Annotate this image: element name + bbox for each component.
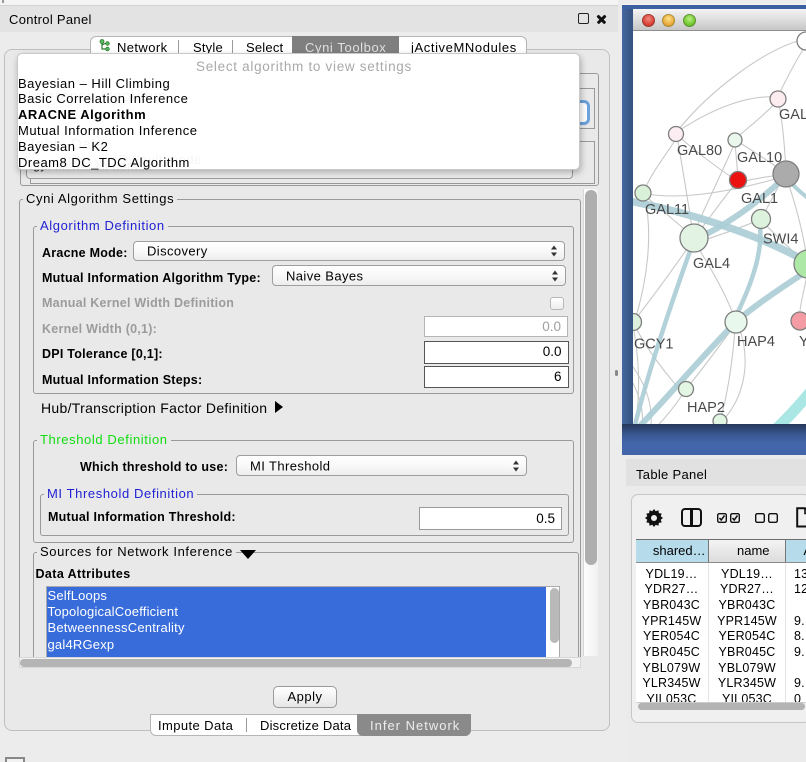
svg-text:Y: Y — [799, 334, 806, 350]
svg-text:GCY1: GCY1 — [634, 337, 674, 353]
svg-text:GAL10: GAL10 — [737, 150, 782, 166]
svg-text:HAP2: HAP2 — [687, 400, 725, 416]
svg-text:GAL1: GAL1 — [741, 191, 778, 207]
svg-text:SWI4: SWI4 — [763, 232, 798, 248]
svg-text:GAL11: GAL11 — [645, 202, 689, 218]
svg-text:GAL2: GAL2 — [779, 107, 806, 123]
svg-text:HAP4: HAP4 — [737, 334, 775, 350]
svg-text:GAL4: GAL4 — [693, 256, 730, 272]
svg-text:GAL80: GAL80 — [677, 143, 722, 159]
